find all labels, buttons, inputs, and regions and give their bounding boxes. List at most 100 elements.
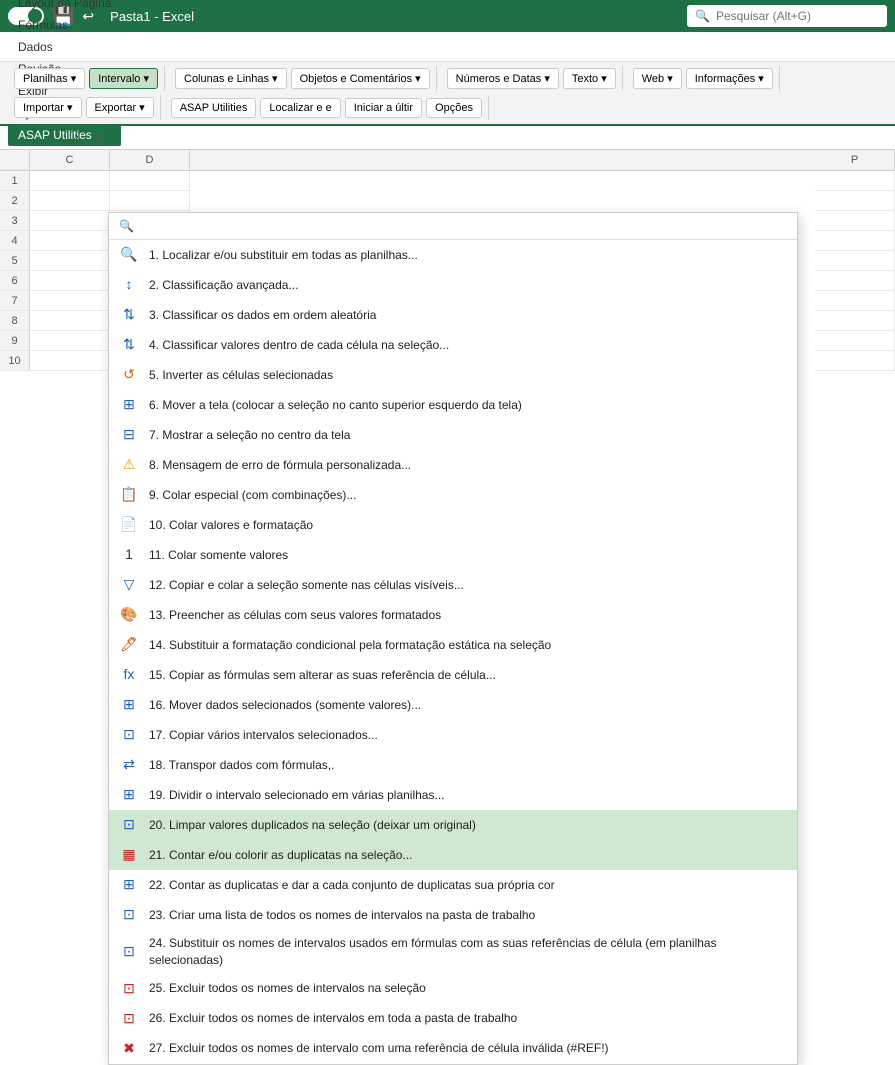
ribbon-btn-2-0[interactable]: Números e Datas ▾	[447, 68, 559, 89]
dropdown-item-9[interactable]: 📋 9. Colar especial (com combinações)...	[109, 480, 797, 510]
entry-text-25: 25. Excluir todos os nomes de intervalos…	[149, 980, 787, 997]
entry-text-9: 9. Colar especial (com combinações)...	[149, 487, 787, 504]
entry-icon-19: ⊞	[119, 785, 139, 805]
dropdown-item-21[interactable]: ▦21. Contar e/ou colorir as duplicatas n…	[109, 840, 797, 870]
column-header-row: C D P	[0, 150, 895, 171]
dropdown-item-4[interactable]: ⇅4. Classificar valores dentro de cada c…	[109, 330, 797, 360]
grid-cell-p[interactable]	[815, 231, 895, 251]
dropdown-item-18[interactable]: ⇄18. Transpor dados com fórmulas,.	[109, 750, 797, 780]
ribbon-btn-0-1[interactable]: Intervalo ▾	[89, 68, 158, 89]
entry-icon-10: 📄	[119, 515, 139, 535]
dropdown-item-20[interactable]: ⊡20. Limpar valores duplicados na seleçã…	[109, 810, 797, 840]
dropdown-item-26[interactable]: ⊡26. Excluir todos os nomes de intervalo…	[109, 1004, 797, 1034]
dropdown-item-10[interactable]: 📄 10. Colar valores e formatação	[109, 510, 797, 540]
dropdown-item-14[interactable]: 🖊14. Substituir a formatação condicional…	[109, 630, 797, 660]
grid-cell-p[interactable]	[815, 351, 895, 371]
dropdown-item-12[interactable]: ▽12. Copiar e colar a seleção somente na…	[109, 570, 797, 600]
grid-cell[interactable]	[30, 231, 110, 251]
grid-cell-p[interactable]	[815, 191, 895, 211]
ribbon-btn-4-0[interactable]: Importar ▾	[14, 97, 82, 118]
dropdown-item-19[interactable]: ⊞19. Dividir o intervalo selecionado em …	[109, 780, 797, 810]
grid-cell-p[interactable]	[815, 171, 895, 191]
ribbon-btn-5-0[interactable]: ASAP Utilities	[171, 98, 257, 118]
ribbon-group-0: Planilhas ▾Intervalo ▾	[8, 66, 165, 91]
entry-icon-6: ⊞	[119, 395, 139, 415]
entry-text-23: 23. Criar uma lista de todos os nomes de…	[149, 907, 787, 924]
search-box[interactable]: 🔍	[687, 5, 887, 27]
grid-cell[interactable]	[110, 191, 190, 211]
grid-cell-p[interactable]	[815, 331, 895, 351]
dropdown-item-5[interactable]: ↺5. Inverter as células selecionadas	[109, 360, 797, 390]
entry-icon-9: 📋	[119, 485, 139, 505]
dropdown-item-1[interactable]: 🔍1. Localizar e/ou substituir em todas a…	[109, 240, 797, 270]
grid-cell-p[interactable]	[815, 311, 895, 331]
entry-icon-21: ▦	[119, 845, 139, 865]
grid-cell-p[interactable]	[815, 251, 895, 271]
grid-cell-p[interactable]	[815, 211, 895, 231]
ribbon-btn-3-0[interactable]: Web ▾	[633, 68, 682, 89]
dropdown-item-27[interactable]: ✖ 27. Excluir todos os nomes de intervalo…	[109, 1034, 797, 1064]
dropdown-item-3[interactable]: ⇅3. Classificar os dados em ordem aleató…	[109, 300, 797, 330]
entry-text-20: 20. Limpar valores duplicados na seleção…	[149, 817, 787, 834]
dropdown-item-16[interactable]: ⊞16. Mover dados selecionados (somente v…	[109, 690, 797, 720]
ribbon-btn-1-1[interactable]: Objetos e Comentários ▾	[291, 68, 430, 89]
grid-cell[interactable]	[30, 191, 110, 211]
menu-item-dados[interactable]: Dados	[8, 36, 121, 58]
grid-cell-p[interactable]	[815, 271, 895, 291]
entry-icon-24: ⊡	[119, 942, 139, 962]
entry-icon-1: 🔍	[119, 245, 139, 265]
entry-text-18: 18. Transpor dados com fórmulas,.	[149, 757, 787, 774]
grid-cell[interactable]	[30, 171, 110, 191]
dropdown-item-13[interactable]: 🎨13. Preencher as células com seus valor…	[109, 600, 797, 630]
dropdown-item-23[interactable]: ⊡23. Criar uma lista de todos os nomes d…	[109, 900, 797, 930]
top-bar: 💾 ↩ Pasta1 - Excel 🔍	[0, 0, 895, 32]
grid-cell-p[interactable]	[815, 291, 895, 311]
entry-text-27: 27. Excluir todos os nomes de intervalo …	[149, 1040, 787, 1057]
dropdown-item-6[interactable]: ⊞ 6. Mover a tela (colocar a seleção no c…	[109, 390, 797, 420]
grid-cell[interactable]	[30, 351, 110, 371]
search-icon: 🔍	[695, 9, 710, 23]
ribbon-btn-2-1[interactable]: Texto ▾	[563, 68, 616, 89]
row-number: 9	[0, 331, 30, 351]
dropdown-item-15[interactable]: fx15. Copiar as fórmulas sem alterar as …	[109, 660, 797, 690]
ribbon-btn-5-1[interactable]: Localizar e e	[260, 98, 340, 118]
menu-item-layout-da-página[interactable]: Layout da Página	[8, 0, 121, 14]
dropdown-item-22[interactable]: ⊞22. Contar as duplicatas e dar a cada c…	[109, 870, 797, 900]
entry-text-17: 17. Copiar vários intervalos selecionado…	[149, 727, 787, 744]
dropdown-item-17[interactable]: ⊡17. Copiar vários intervalos selecionad…	[109, 720, 797, 750]
dropdown-search-icon: 🔍	[119, 219, 134, 233]
entry-text-8: 8. Mensagem de erro de fórmula personali…	[149, 457, 787, 474]
dropdown-item-2[interactable]: ↕2. Classificação avançada...	[109, 270, 797, 300]
ribbon-group-2: Números e Datas ▾Texto ▾	[441, 66, 623, 91]
ribbon-btn-3-1[interactable]: Informações ▾	[686, 68, 773, 89]
ribbon-btn-1-0[interactable]: Colunas e Linhas ▾	[175, 68, 287, 89]
entry-icon-27: ✖	[119, 1039, 139, 1059]
dropdown-item-8[interactable]: ⚠ 8. Mensagem de erro de fórmula personal…	[109, 450, 797, 480]
menu-item-fórmulas[interactable]: Fórmulas	[8, 14, 121, 36]
entry-text-10: 10. Colar valores e formatação	[149, 517, 787, 534]
entry-icon-8: ⚠	[119, 455, 139, 475]
ribbon-btn-4-1[interactable]: Exportar ▾	[86, 97, 154, 118]
dropdown-menu: 🔍 🔍1. Localizar e/ou substituir em todas…	[108, 212, 798, 1065]
grid-cell[interactable]	[30, 291, 110, 311]
search-input[interactable]	[716, 9, 876, 23]
grid-cell[interactable]	[30, 271, 110, 291]
ribbon-btn-5-3[interactable]: Opções	[426, 98, 482, 118]
grid-cell[interactable]	[110, 171, 190, 191]
entry-icon-22: ⊞	[119, 875, 139, 895]
ribbon-btn-5-2[interactable]: Iniciar a últir	[345, 98, 422, 118]
entry-text-11: 11. Colar somente valores	[149, 547, 787, 564]
entry-text-6: 6. Mover a tela (colocar a seleção no ca…	[149, 397, 787, 414]
ribbon-btn-0-0[interactable]: Planilhas ▾	[14, 68, 85, 89]
dropdown-search-input[interactable]	[140, 219, 787, 233]
dropdown-item-7[interactable]: ⊟7. Mostrar a seleção no centro da tela	[109, 420, 797, 450]
grid-cell[interactable]	[30, 211, 110, 231]
dropdown-item-11[interactable]: 111. Colar somente valores	[109, 540, 797, 570]
grid-cell[interactable]	[30, 311, 110, 331]
dropdown-item-25[interactable]: ⊡25. Excluir todos os nomes de intervalo…	[109, 974, 797, 1004]
dropdown-item-24[interactable]: ⊡24. Substituir os nomes de intervalos u…	[109, 930, 797, 974]
dropdown-search-row[interactable]: 🔍	[109, 213, 797, 240]
grid-cell[interactable]	[30, 331, 110, 351]
row-number: 7	[0, 291, 30, 311]
grid-cell[interactable]	[30, 251, 110, 271]
